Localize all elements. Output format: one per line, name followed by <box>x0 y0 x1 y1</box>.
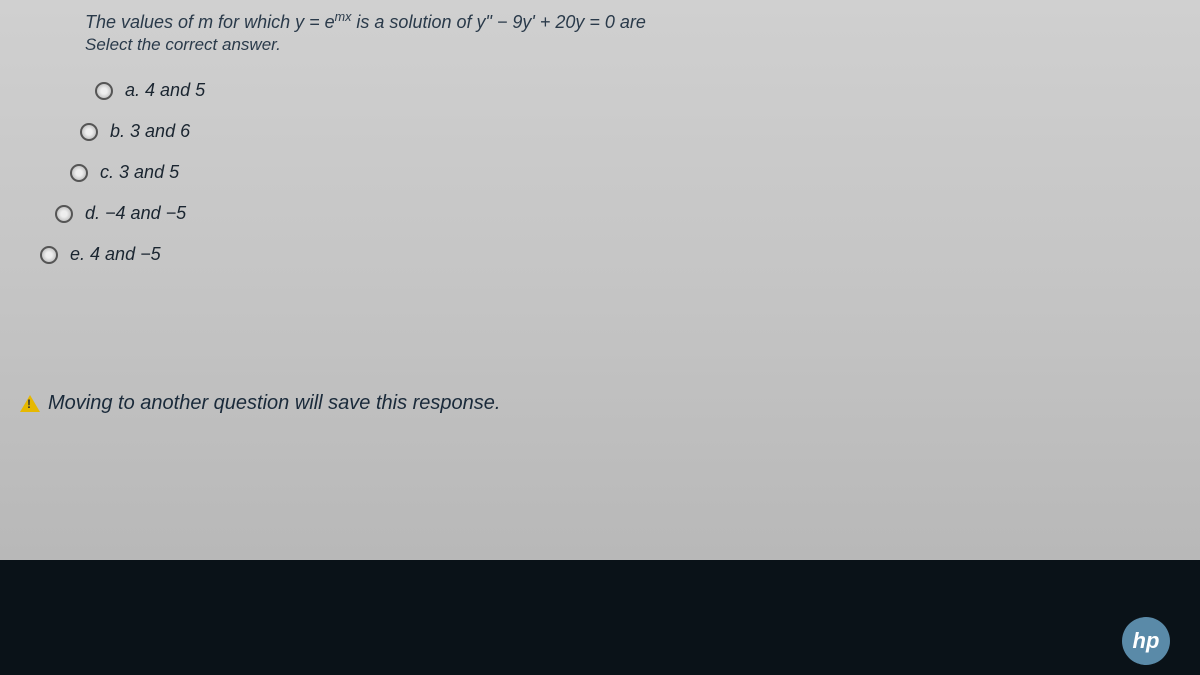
radio-icon[interactable] <box>55 205 73 223</box>
warning-icon <box>20 395 40 412</box>
option-text: −4 and −5 <box>105 203 186 224</box>
hp-logo: hp <box>1122 617 1170 665</box>
question-prefix: The values of m for which <box>85 12 295 32</box>
option-letter: c. <box>100 162 114 183</box>
radio-icon[interactable] <box>80 123 98 141</box>
option-letter: b. <box>110 121 125 142</box>
question-text: The values of m for which y = emx is a s… <box>0 10 1200 33</box>
question-expr2: y" − 9y' + 20y = 0 <box>477 12 615 32</box>
question-expr1: y = e <box>295 12 335 32</box>
bottom-strip: hp <box>0 560 1200 675</box>
option-d[interactable]: d. −4 and −5 <box>0 193 1200 234</box>
options-group: a. 4 and 5 b. 3 and 6 c. 3 and 5 d. −4 a… <box>0 55 1200 275</box>
quiz-panel: The values of m for which y = emx is a s… <box>0 0 1200 560</box>
question-suffix: are <box>615 12 646 32</box>
option-e[interactable]: e. 4 and −5 <box>0 234 1200 275</box>
option-text: 4 and 5 <box>145 80 205 101</box>
logo-text: hp <box>1133 628 1160 654</box>
option-c[interactable]: c. 3 and 5 <box>0 152 1200 193</box>
option-letter: d. <box>85 203 100 224</box>
footer-text: Moving to another question will save thi… <box>48 392 500 415</box>
option-a[interactable]: a. 4 and 5 <box>0 70 1200 111</box>
radio-icon[interactable] <box>70 164 88 182</box>
radio-icon[interactable] <box>95 82 113 100</box>
instruction-text: Select the correct answer. <box>0 35 1200 55</box>
option-text: 3 and 5 <box>119 162 179 183</box>
option-letter: a. <box>125 80 140 101</box>
question-block: The values of m for which y = emx is a s… <box>0 0 1200 55</box>
radio-icon[interactable] <box>40 246 58 264</box>
option-b[interactable]: b. 3 and 6 <box>0 111 1200 152</box>
option-text: 3 and 6 <box>130 121 190 142</box>
option-text: 4 and −5 <box>90 244 161 265</box>
question-sup1: mx <box>335 10 352 24</box>
footer-note: Moving to another question will save thi… <box>20 392 500 415</box>
option-letter: e. <box>70 244 85 265</box>
question-middle: is a solution of <box>351 12 476 32</box>
